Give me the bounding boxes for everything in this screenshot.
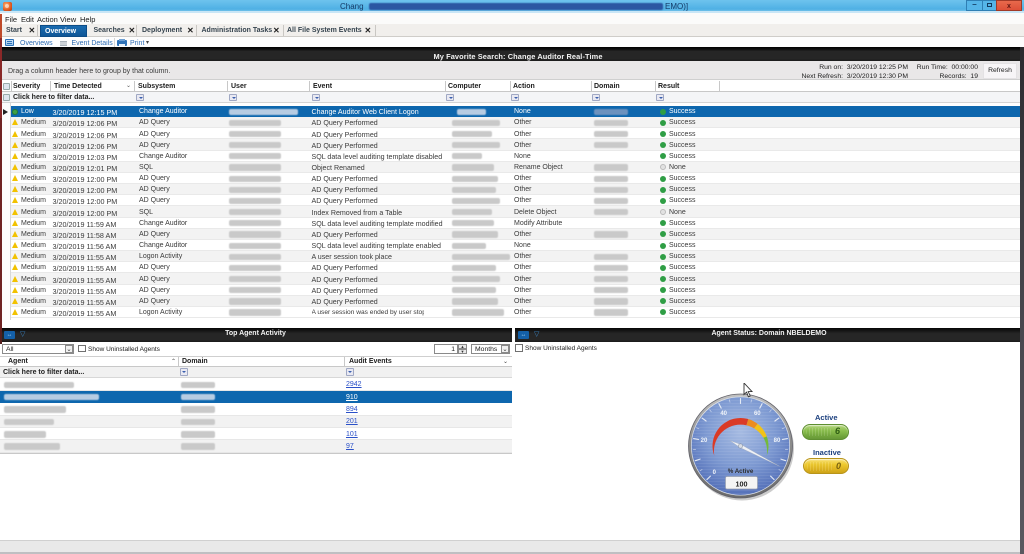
svg-text:20: 20 — [701, 438, 708, 444]
svg-text:40: 40 — [720, 411, 727, 417]
svg-text:100: 100 — [736, 480, 748, 489]
svg-text:80: 80 — [774, 438, 781, 444]
svg-text:60: 60 — [754, 411, 761, 417]
svg-text:% Active: % Active — [728, 468, 754, 475]
